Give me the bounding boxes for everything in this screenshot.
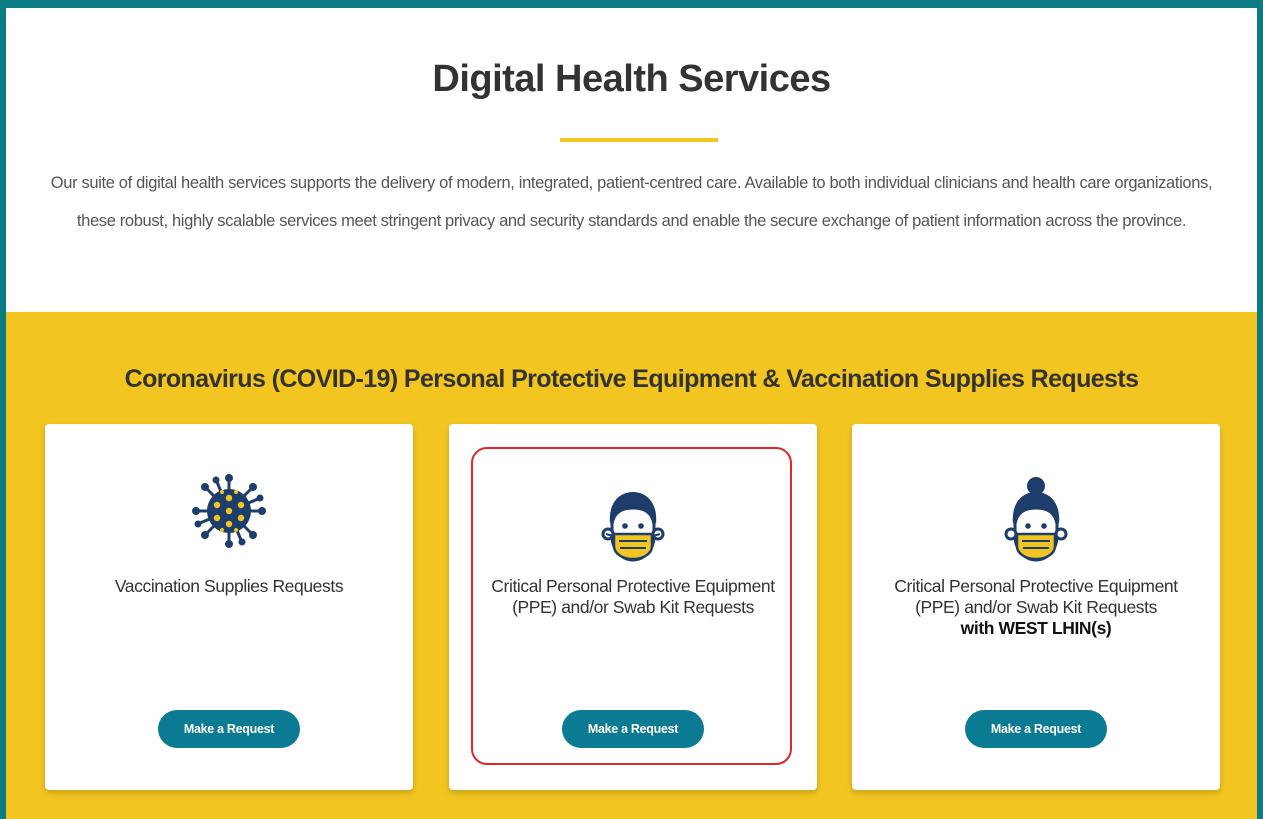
virus-icon (186, 468, 272, 554)
card-title: Critical Personal Protective Equipment (… (894, 576, 1178, 617)
card-sublabel: with WEST LHIN(s) (960, 618, 1112, 638)
masked-person-bun-icon (993, 476, 1079, 562)
make-request-button-ppe[interactable]: Make a Request (562, 710, 704, 748)
card-label: Vaccination Supplies Requests (69, 576, 389, 597)
section-title: Coronavirus (COVID-19) Personal Protecti… (124, 365, 1139, 393)
title-divider (560, 138, 718, 142)
card-vaccination-supplies: Vaccination Supplies Requests Make a Req… (45, 424, 413, 790)
header-section: Digital Health Services Our suite of dig… (6, 8, 1257, 312)
card-title: Critical Personal Protective Equipment (… (491, 576, 775, 617)
card-ppe-west-lhin: Critical Personal Protective Equipment (… (852, 424, 1220, 790)
card-title: Vaccination Supplies Requests (114, 576, 344, 596)
intro-text: Our suite of digital health services sup… (50, 174, 1213, 230)
make-request-button-west-lhin[interactable]: Make a Request (965, 710, 1107, 748)
page-title: Digital Health Services (432, 58, 831, 100)
make-request-button-vaccination[interactable]: Make a Request (158, 710, 300, 748)
card-ppe-requests: Critical Personal Protective Equipment (… (449, 424, 817, 790)
card-label: Critical Personal Protective Equipment (… (473, 576, 793, 618)
masked-person-icon (590, 484, 676, 570)
card-label: Critical Personal Protective Equipment (… (876, 576, 1196, 639)
